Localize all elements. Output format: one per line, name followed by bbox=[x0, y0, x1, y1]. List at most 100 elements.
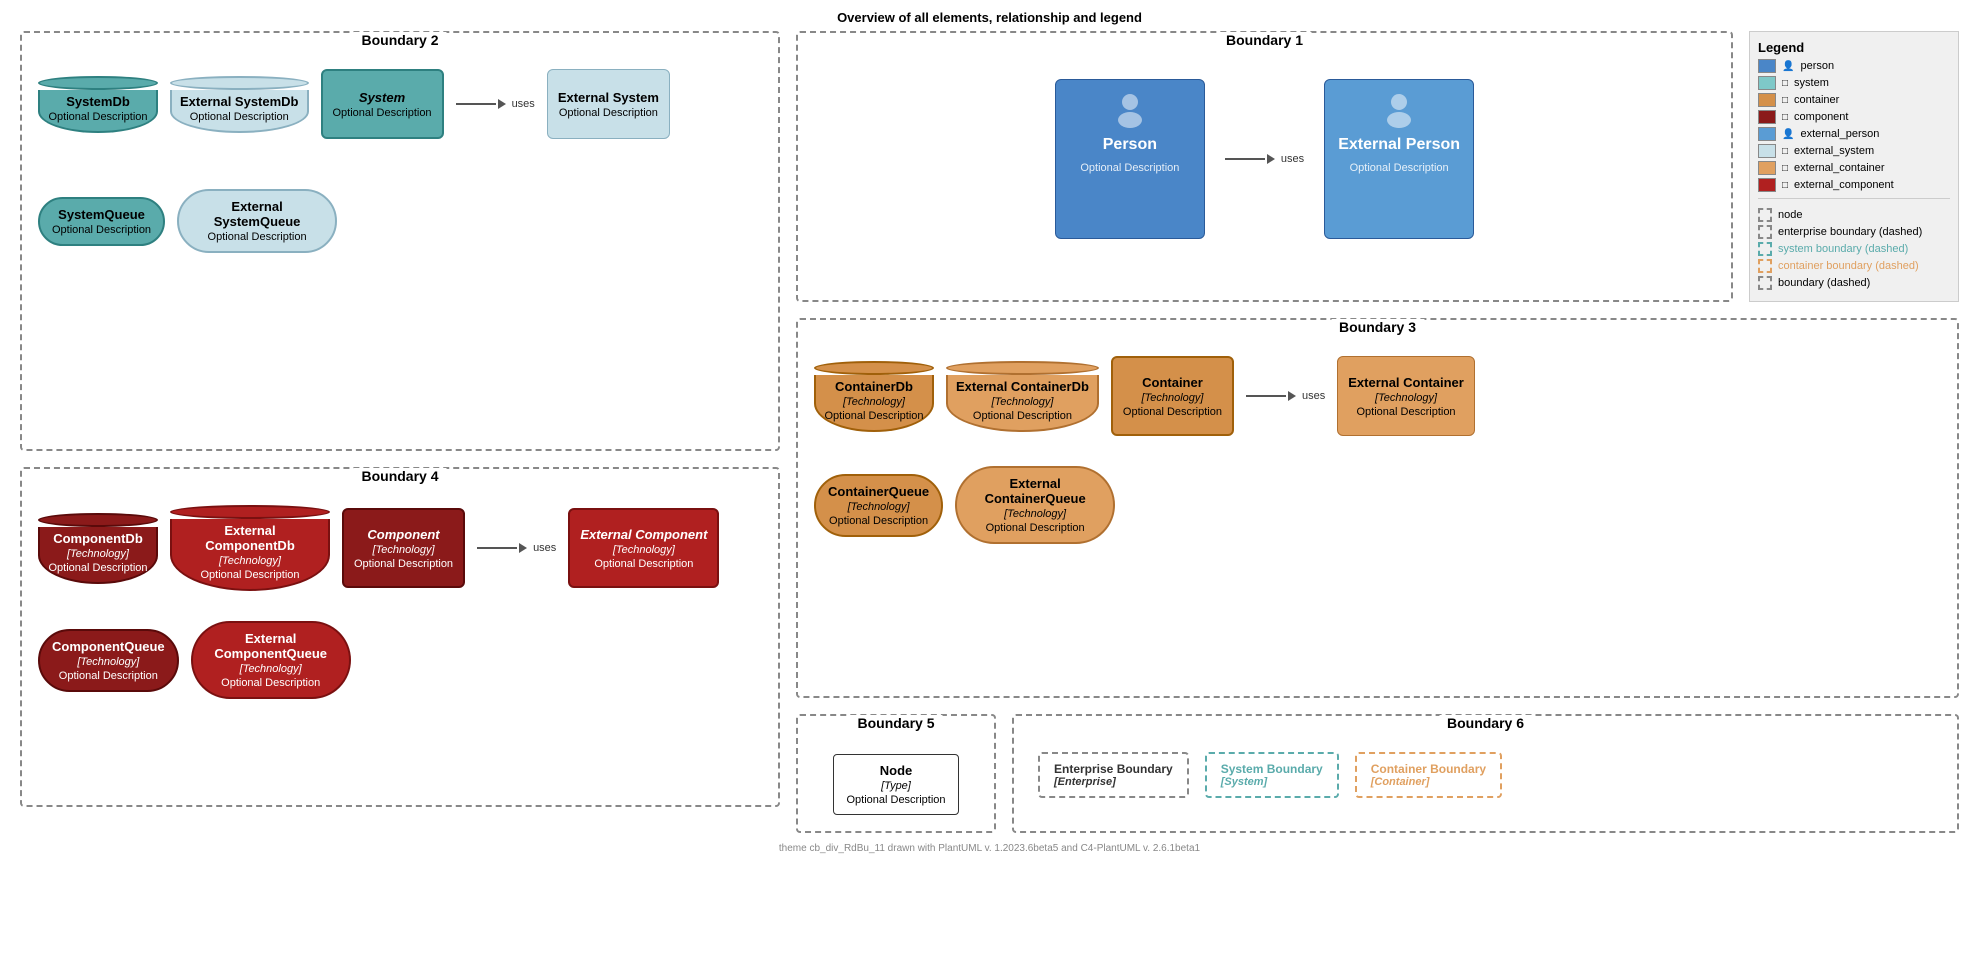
componentdb-desc: Optional Description bbox=[48, 562, 148, 574]
boundary3-row2: ContainerQueue [Technology] Optional Des… bbox=[814, 466, 1941, 544]
ext-componentqueue-desc: Optional Description bbox=[221, 677, 320, 689]
ext-container-label: External Container bbox=[1348, 375, 1464, 390]
ext-systemdb-top bbox=[170, 76, 309, 90]
container-desc: Optional Description bbox=[1123, 406, 1222, 418]
legend-box: Legend 👤 person □ system □ container bbox=[1749, 31, 1959, 302]
node-desc: Optional Description bbox=[846, 794, 945, 806]
legend-container-boundary: container boundary (dashed) bbox=[1758, 259, 1950, 273]
ext-person-label: External Person bbox=[1338, 136, 1460, 154]
containerdb-card: ContainerDb [Technology] Optional Descri… bbox=[814, 361, 934, 432]
ext-container-desc: Optional Description bbox=[1357, 406, 1456, 418]
system-boundary-label: System Boundary bbox=[1221, 762, 1323, 776]
systemdb-label: SystemDb bbox=[48, 94, 148, 109]
boundary-6-title: Boundary 6 bbox=[1439, 715, 1532, 731]
container-label: Container bbox=[1142, 375, 1203, 390]
system-boundary-sub: [System] bbox=[1221, 776, 1323, 788]
ext-systemqueue-card: External SystemQueue Optional Descriptio… bbox=[177, 189, 337, 253]
legend-ext-person-swatch bbox=[1758, 127, 1776, 141]
legend-person-icon: 👤 bbox=[1782, 61, 1794, 72]
legend-node-square bbox=[1758, 208, 1772, 222]
legend-boundary-label: boundary (dashed) bbox=[1778, 277, 1870, 289]
legend-ext-container-swatch bbox=[1758, 161, 1776, 175]
ext-containerdb-card: External ContainerDb [Technology] Option… bbox=[946, 361, 1099, 432]
container-tech: [Technology] bbox=[1141, 392, 1203, 404]
boundary-1: Boundary 1 Person Optional Description bbox=[796, 31, 1733, 302]
boundary-5-title: Boundary 5 bbox=[849, 715, 942, 731]
legend-system-swatch bbox=[1758, 76, 1776, 90]
container-boundary-label: Container Boundary bbox=[1371, 762, 1486, 776]
legend-system: □ system bbox=[1758, 76, 1950, 90]
boundary-4: Boundary 4 ComponentDb [Technology] Opti… bbox=[20, 467, 780, 807]
legend-container-boundary-square bbox=[1758, 259, 1772, 273]
legend-boundary: boundary (dashed) bbox=[1758, 276, 1950, 290]
bottom-row: Boundary 5 Node [Type] Optional Descript… bbox=[796, 714, 1959, 833]
ext-componentdb-body: External ComponentDb [Technology] Option… bbox=[170, 519, 330, 591]
ext-containerqueue-label: External ContainerQueue bbox=[969, 476, 1101, 506]
boundary-6: Boundary 6 Enterprise Boundary [Enterpri… bbox=[1012, 714, 1959, 833]
ext-systemqueue-label: External SystemQueue bbox=[191, 199, 323, 229]
boundary2-row2: SystemQueue Optional Description Externa… bbox=[38, 189, 762, 253]
legend-system-boundary-label: system boundary (dashed) bbox=[1778, 243, 1908, 255]
systemdb-card: SystemDb Optional Description bbox=[38, 76, 158, 133]
legend-component-label: component bbox=[1794, 111, 1848, 123]
ext-person-card: External Person Optional Description bbox=[1324, 79, 1474, 239]
arrow-line-1 bbox=[1225, 158, 1265, 160]
legend-ext-system: □ external_system bbox=[1758, 144, 1950, 158]
legend-ext-component-label: external_component bbox=[1794, 179, 1894, 191]
ext-systemdb-label: External SystemDb bbox=[180, 94, 299, 109]
ext-componentqueue-card: External ComponentQueue [Technology] Opt… bbox=[191, 621, 351, 699]
legend-container-icon: □ bbox=[1782, 95, 1788, 106]
left-column: Boundary 2 SystemDb Optional Description… bbox=[20, 31, 780, 833]
boundary-3-title: Boundary 3 bbox=[1331, 319, 1424, 335]
componentdb-top bbox=[38, 513, 158, 527]
arrow-head-3 bbox=[1288, 391, 1296, 401]
legend-container-swatch bbox=[1758, 93, 1776, 107]
systemqueue-card: SystemQueue Optional Description bbox=[38, 197, 165, 246]
container-card: Container [Technology] Optional Descript… bbox=[1111, 356, 1234, 436]
boundary-2-title: Boundary 2 bbox=[353, 32, 446, 48]
container-boundary-box: Container Boundary [Container] bbox=[1355, 752, 1502, 798]
legend-node-label: node bbox=[1778, 209, 1802, 221]
ext-systemdb-desc: Optional Description bbox=[180, 111, 299, 123]
arrow-head bbox=[498, 99, 506, 109]
arrow-icon-3 bbox=[1246, 391, 1296, 401]
legend-system-label: system bbox=[1794, 77, 1829, 89]
boundary4-row2: ComponentQueue [Technology] Optional Des… bbox=[38, 621, 762, 699]
footer-text: theme cb_div_RdBu_11 drawn with PlantUML… bbox=[0, 833, 1979, 858]
legend-container-boundary-label: container boundary (dashed) bbox=[1778, 260, 1919, 272]
system-boundary-box: System Boundary [System] bbox=[1205, 752, 1339, 798]
ext-containerqueue-desc: Optional Description bbox=[986, 522, 1085, 534]
person-label: Person bbox=[1103, 136, 1157, 154]
ext-system-label: External System bbox=[558, 90, 659, 105]
legend-ext-person-label: external_person bbox=[1800, 128, 1879, 140]
containerqueue-desc: Optional Description bbox=[829, 515, 928, 527]
boundary2-row1: SystemDb Optional Description External S… bbox=[38, 69, 762, 139]
ext-systemdb-card: External SystemDb Optional Description bbox=[170, 76, 309, 133]
systemdb-body: SystemDb Optional Description bbox=[38, 90, 158, 133]
component-desc: Optional Description bbox=[354, 558, 453, 570]
legend-ext-system-label: external_system bbox=[1794, 145, 1874, 157]
arrow-uses-label-3: uses bbox=[1302, 390, 1325, 402]
right-top-row: Boundary 1 Person Optional Description bbox=[796, 31, 1959, 302]
containerqueue-card: ContainerQueue [Technology] Optional Des… bbox=[814, 474, 943, 537]
legend-container-label: container bbox=[1794, 94, 1839, 106]
component-card: Component [Technology] Optional Descript… bbox=[342, 508, 465, 588]
systemqueue-desc: Optional Description bbox=[52, 224, 151, 236]
ext-containerdb-tech: [Technology] bbox=[956, 396, 1089, 408]
ext-containerdb-top bbox=[946, 361, 1099, 375]
systemdb-desc: Optional Description bbox=[48, 111, 148, 123]
arrow-head-4 bbox=[519, 543, 527, 553]
boundary4-arrow: uses bbox=[477, 542, 556, 554]
node-card: Node [Type] Optional Description bbox=[833, 754, 958, 815]
arrow-uses-label-1: uses bbox=[1281, 153, 1304, 165]
ext-systemdb-body: External SystemDb Optional Description bbox=[170, 90, 309, 133]
arrow-head-1 bbox=[1267, 154, 1275, 164]
componentdb-tech: [Technology] bbox=[48, 548, 148, 560]
legend-enterprise-square bbox=[1758, 225, 1772, 239]
ext-containerqueue-card: External ContainerQueue [Technology] Opt… bbox=[955, 466, 1115, 544]
containerdb-tech: [Technology] bbox=[824, 396, 924, 408]
arrow-line-3 bbox=[1246, 395, 1286, 397]
arrow-icon bbox=[456, 99, 506, 109]
ext-system-desc: Optional Description bbox=[559, 107, 658, 119]
container-boundary-sub: [Container] bbox=[1371, 776, 1486, 788]
